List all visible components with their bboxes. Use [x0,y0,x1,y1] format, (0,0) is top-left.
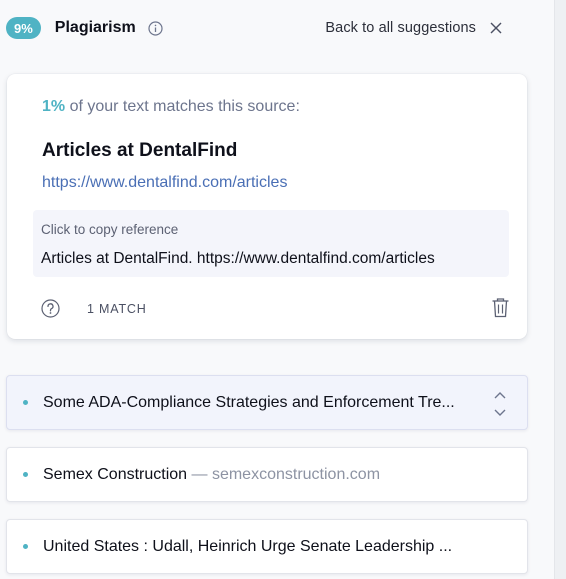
plagiarism-percent-badge: 9% [6,17,41,39]
copy-reference-text: Articles at DentalFind. https://www.dent… [41,250,435,267]
back-to-suggestions-link[interactable]: Back to all suggestions [325,20,476,36]
question-circle-icon[interactable] [41,299,60,318]
source-title: Articles at DentalFind [42,140,238,161]
source-bullet [23,400,28,405]
trash-icon[interactable] [491,297,510,318]
source-list-item[interactable]: Some ADA-Compliance Strategies and Enfor… [6,375,528,430]
match-summary-text: of your text matches this source: [65,98,300,115]
source-item-text: Semex Construction — semexconstruction.c… [43,466,380,484]
match-summary: 1% of your text matches this source: [42,98,300,116]
match-count: 1 MATCH [87,302,147,316]
source-list-item[interactable]: Semex Construction — semexconstruction.c… [6,447,528,502]
source-url-link[interactable]: https://www.dentalfind.com/articles [42,174,287,192]
copy-reference-label: Click to copy reference [41,222,179,237]
source-bullet [23,544,28,549]
source-list-item[interactable]: United States : Udall, Heinrich Urge Sen… [6,519,528,574]
source-item-text: United States : Udall, Heinrich Urge Sen… [43,538,452,556]
source-item-domain: — semexconstruction.com [187,465,381,483]
scrollbar[interactable] [554,0,566,579]
info-icon[interactable] [148,20,163,36]
source-item-title: Semex Construction [43,465,188,483]
chevron-up-down-icon[interactable] [493,390,507,418]
match-percent: 1% [42,98,66,115]
close-icon[interactable] [488,20,504,36]
source-item-title: United States : Udall, Heinrich Urge Sen… [43,537,453,555]
source-bullet [23,472,28,477]
copy-reference-box[interactable]: Click to copy reference Articles at Dent… [33,210,509,277]
source-detail-card: 1% of your text matches this source: Art… [7,74,527,339]
plagiarism-header: 9% Plagiarism Back to all suggestions [6,14,506,42]
source-item-title: Some ADA-Compliance Strategies and Enfor… [43,393,455,411]
panel-title: Plagiarism [54,19,136,36]
source-item-text: Some ADA-Compliance Strategies and Enfor… [43,394,455,412]
